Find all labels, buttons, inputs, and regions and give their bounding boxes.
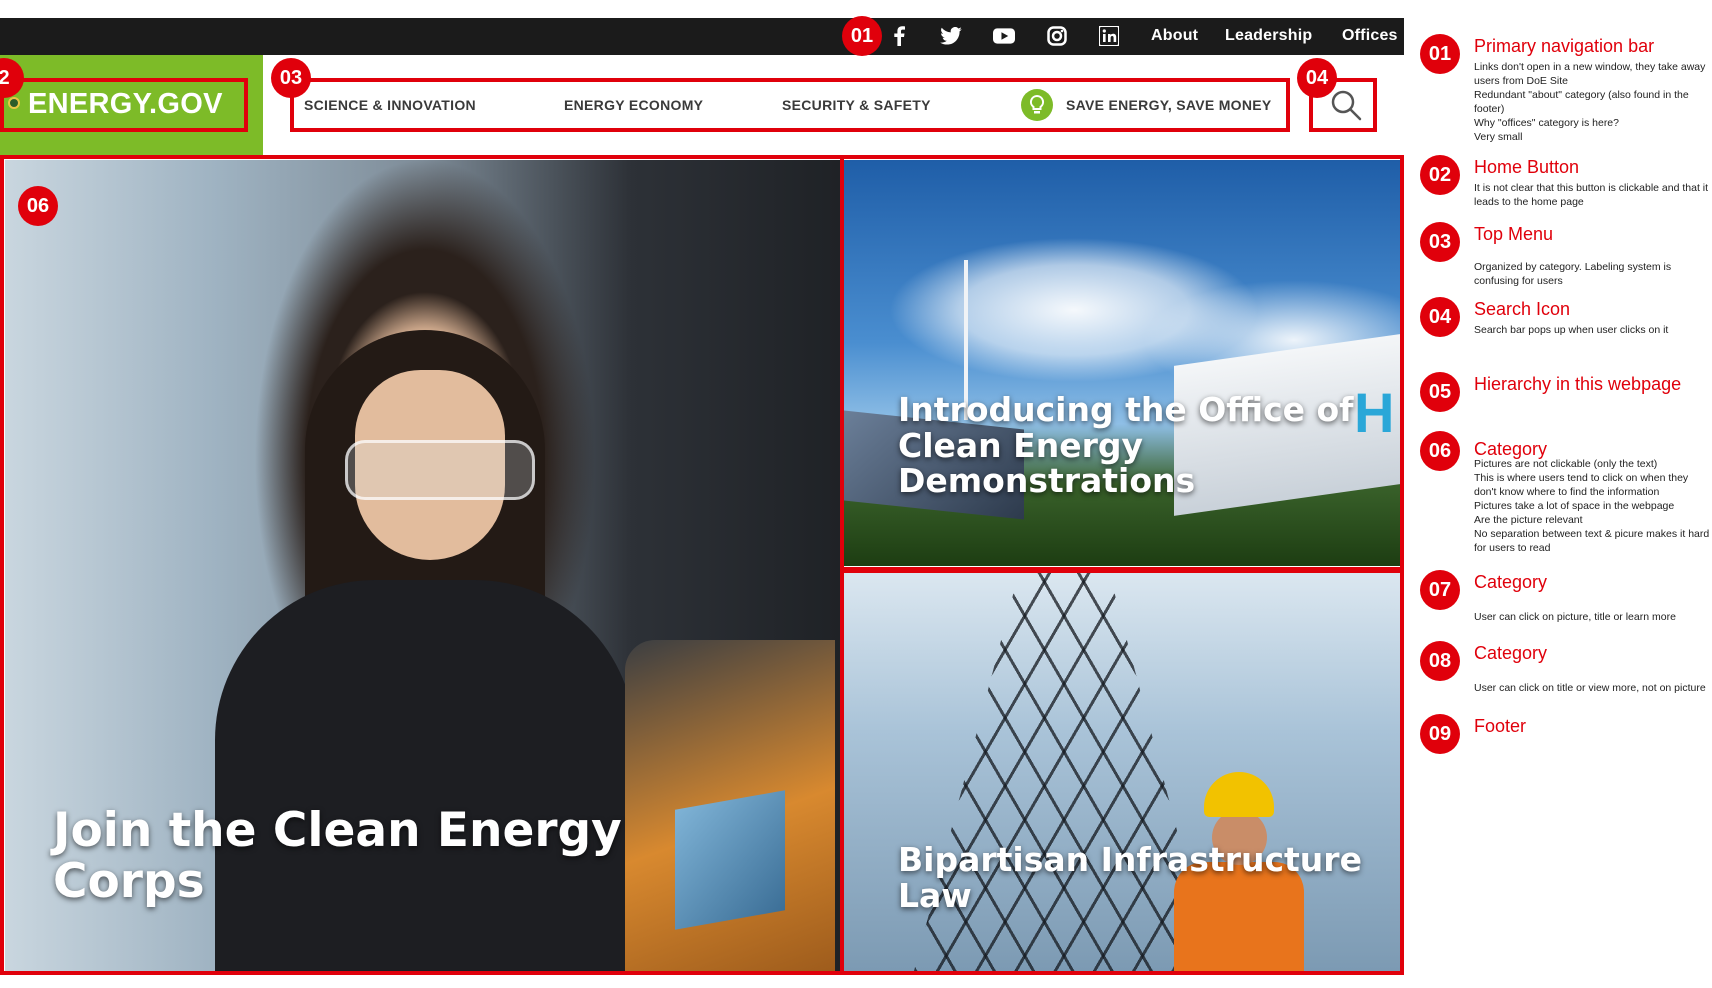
legend-badge: 06 <box>1420 431 1460 471</box>
topbar-link-leadership[interactable]: Leadership <box>1225 27 1312 45</box>
legend-desc: Pictures are not clickable (only the tex… <box>1474 458 1710 554</box>
legend-title: Hierarchy in this webpage <box>1474 374 1682 394</box>
legend-badge: 02 <box>1420 155 1460 195</box>
legend-badge: 05 <box>1420 372 1460 412</box>
annotation-box-top-menu <box>290 78 1290 132</box>
topbar-link-offices[interactable]: Offices <box>1342 27 1398 45</box>
legend-item-07: 07 Category User can click on picture, t… <box>1420 570 1712 623</box>
legend-badge: 04 <box>1420 297 1460 337</box>
instagram-icon[interactable] <box>1046 25 1068 47</box>
legend-item-09: 09 Footer <box>1420 714 1712 758</box>
legend-item-01: 01 Primary navigation bar Links don't op… <box>1420 34 1712 154</box>
legend-item-08: 08 Category User can click on title or v… <box>1420 641 1712 711</box>
legend-desc: It is not clear that this button is clic… <box>1474 182 1709 208</box>
annotation-badge-01: 01 <box>842 16 882 56</box>
utility-bar: About Leadership Offices <box>0 18 1404 55</box>
legend-item-02: 02 Home Button It is not clear that this… <box>1420 155 1712 215</box>
annotation-badge-03: 03 <box>271 58 311 98</box>
legend-title: Search Icon <box>1474 299 1571 319</box>
annotation-box-home-button <box>0 78 248 132</box>
legend-title: Category <box>1474 643 1548 663</box>
topbar-link-about[interactable]: About <box>1151 27 1198 45</box>
legend-badge: 08 <box>1420 641 1460 681</box>
legend-item-06: 06 Category Pictures are not clickable (… <box>1420 431 1712 561</box>
annotation-box-feature-bil <box>840 567 1404 975</box>
annotation-box-feature-ocd <box>840 155 1404 573</box>
annotation-badge-06: 06 <box>18 186 58 226</box>
legend-title: Home Button <box>1474 157 1580 177</box>
legend-title: Footer <box>1474 716 1527 736</box>
legend-item-03: 03 Top Menu Organized by category. Label… <box>1420 222 1712 287</box>
legend-badge: 07 <box>1420 570 1460 610</box>
legend-desc: Search bar pops up when user clicks on i… <box>1474 324 1669 336</box>
legend-desc: User can click on title or view more, no… <box>1474 682 1706 694</box>
linkedin-icon[interactable] <box>1098 25 1120 47</box>
legend-title: Primary navigation bar <box>1474 36 1655 56</box>
twitter-icon[interactable] <box>940 25 962 47</box>
legend-badge: 09 <box>1420 714 1460 754</box>
legend-item-05: 05 Hierarchy in this webpage <box>1420 372 1712 416</box>
legend-desc: User can click on picture, title or lear… <box>1474 611 1676 623</box>
legend-badge: 03 <box>1420 222 1460 262</box>
annotation-badge-04: 04 <box>1297 58 1337 98</box>
legend-title: Category <box>1474 572 1548 592</box>
legend-badge: 01 <box>1420 34 1460 74</box>
youtube-icon[interactable] <box>993 25 1015 47</box>
annotation-box-feature-main <box>0 155 844 975</box>
legend-item-04: 04 Search Icon Search bar pops up when u… <box>1420 297 1712 347</box>
facebook-icon[interactable] <box>888 25 910 47</box>
legend-desc: Organized by category. Labeling system i… <box>1474 261 1672 287</box>
legend-title: Top Menu <box>1474 224 1554 244</box>
legend-desc: Links don't open in a new window, they t… <box>1474 61 1706 143</box>
